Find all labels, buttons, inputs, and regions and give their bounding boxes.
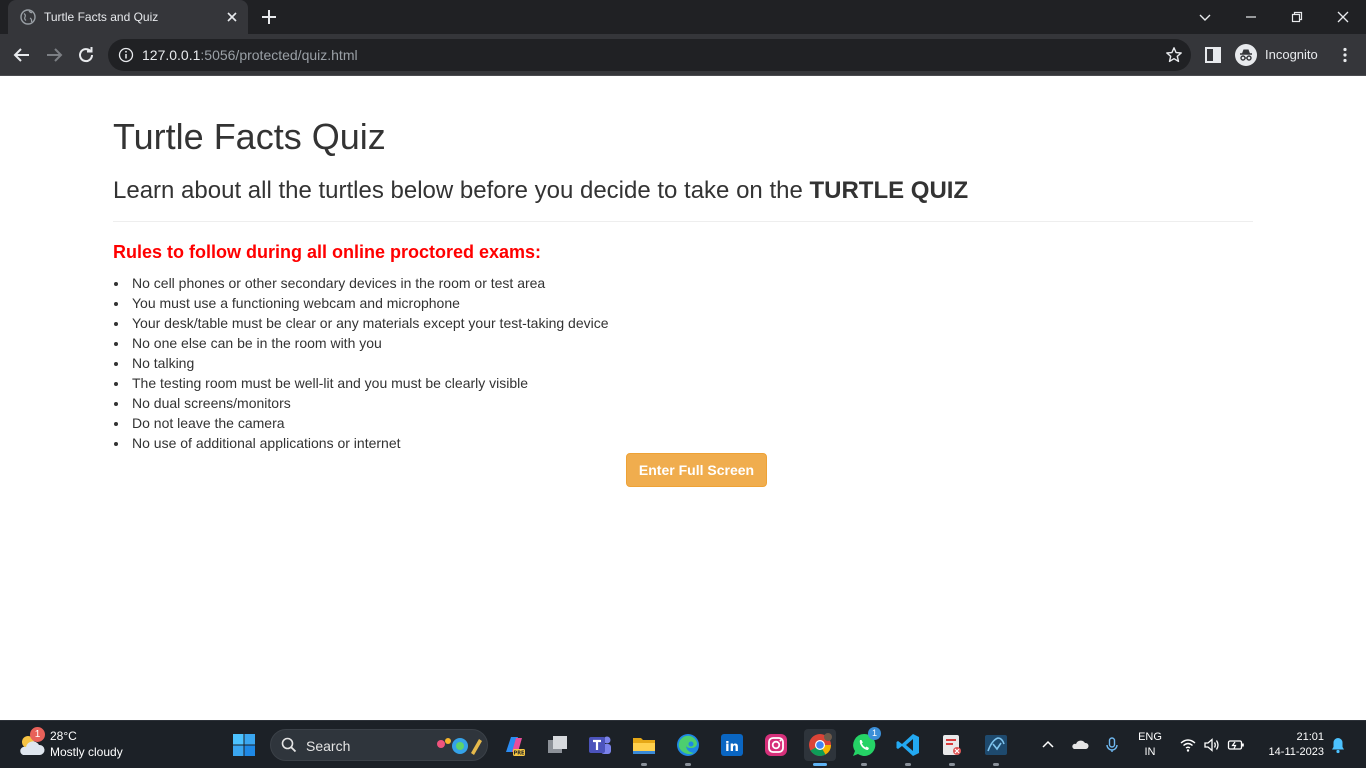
taskbar-clock[interactable]: 21:01 14-11-2023: [1256, 730, 1324, 760]
address-bar[interactable]: 127.0.0.1:5056/protected/quiz.html: [108, 39, 1191, 71]
clock-date: 14-11-2023: [1268, 746, 1324, 758]
clock-time: 21:01: [1296, 731, 1324, 743]
language-code: ENG: [1138, 731, 1162, 743]
url-path: :5056/protected/quiz.html: [200, 47, 358, 63]
globe-icon: [20, 9, 36, 25]
whatsapp-app[interactable]: 1: [848, 727, 881, 766]
folder-icon: [633, 738, 655, 754]
weather-notification-badge: 1: [30, 727, 45, 742]
instagram-icon: [765, 734, 787, 756]
url-host: 127.0.0.1: [142, 47, 201, 63]
more-menu-icon[interactable]: [1336, 46, 1354, 64]
snipping-tool-app[interactable]: [936, 729, 968, 766]
rules-list: No cell phones or other secondary device…: [113, 273, 609, 453]
microphone-icon[interactable]: [1103, 736, 1121, 754]
tab-search-chevron-icon[interactable]: [1194, 6, 1216, 28]
region-code: IN: [1144, 746, 1156, 758]
search-icon: [281, 737, 297, 753]
search-highlight-icon: [437, 738, 482, 755]
page-lead: Learn about all the turtles below before…: [113, 177, 968, 205]
onedrive-cloud-icon[interactable]: [1071, 736, 1089, 754]
incognito-profile-button[interactable]: Incognito: [1232, 39, 1324, 71]
forward-arrow-icon[interactable]: [42, 43, 66, 67]
instagram-app[interactable]: [760, 729, 792, 761]
weather-description: Mostly cloudy: [50, 745, 123, 759]
url-text: 127.0.0.1:5056/protected/quiz.html: [142, 47, 358, 63]
rule-item: No one else can be in the room with you: [113, 333, 609, 353]
snipping-tool-icon: [943, 735, 961, 755]
svg-text:in: in: [725, 740, 739, 755]
site-info-icon[interactable]: [118, 47, 134, 63]
bookmark-star-icon[interactable]: [1165, 46, 1183, 64]
copilot-app[interactable]: PRE: [498, 729, 530, 761]
file-explorer-app[interactable]: [628, 729, 660, 766]
wifi-icon[interactable]: [1179, 736, 1197, 754]
volume-icon[interactable]: [1203, 736, 1221, 754]
chrome-icon: [809, 733, 832, 756]
teams-icon: [589, 736, 611, 754]
chevron-up-icon[interactable]: [1039, 736, 1057, 754]
rule-item: No talking: [113, 353, 609, 373]
rules-heading: Rules to follow during all online procto…: [113, 242, 542, 262]
vscode-app[interactable]: [892, 729, 924, 766]
back-arrow-icon[interactable]: [10, 43, 34, 67]
new-tab-plus-icon[interactable]: [260, 8, 278, 26]
incognito-label: Incognito: [1265, 47, 1318, 62]
edge-icon: [677, 734, 699, 756]
minimize-icon[interactable]: [1240, 6, 1262, 28]
task-view-icon: [548, 736, 567, 753]
windows-start-icon[interactable]: [232, 733, 256, 757]
linkedin-icon: in: [721, 734, 743, 756]
rule-item: No dual screens/monitors: [113, 393, 609, 413]
taskbar-search-box[interactable]: Search: [270, 729, 488, 761]
restore-icon[interactable]: [1286, 6, 1308, 28]
taskbar: 1 28°C Mostly cloudy Search PRE in 1 ENG…: [0, 720, 1366, 768]
rule-item: Do not leave the camera: [113, 413, 609, 433]
browser-tab[interactable]: Turtle Facts and Quiz: [8, 0, 248, 34]
chrome-app[interactable]: [804, 729, 836, 766]
page-title: Turtle Facts Quiz: [113, 116, 386, 157]
page-content: Turtle Facts Quiz Learn about all the tu…: [0, 77, 1366, 720]
notification-bell-icon[interactable]: [1330, 736, 1346, 754]
browser-toolbar: 127.0.0.1:5056/protected/quiz.html Incog…: [0, 34, 1366, 76]
whatsapp-notification-badge: 1: [868, 727, 881, 740]
side-panel-icon[interactable]: [1204, 46, 1222, 64]
task-view-app[interactable]: [541, 729, 573, 761]
rule-item: The testing room must be well-lit and yo…: [113, 373, 609, 393]
copilot-icon: PRE: [506, 737, 526, 757]
divider: [113, 221, 1253, 222]
enter-full-screen-button[interactable]: Enter Full Screen: [626, 453, 767, 487]
search-label: Search: [306, 738, 351, 754]
tab-title: Turtle Facts and Quiz: [44, 10, 159, 24]
battery-icon[interactable]: [1227, 736, 1245, 754]
weather-temperature: 28°C: [50, 729, 77, 743]
close-icon[interactable]: [224, 9, 240, 25]
browser-tab-strip: Turtle Facts and Quiz: [0, 0, 1366, 34]
lead-text: Learn about all the turtles below before…: [113, 177, 810, 204]
rule-item: No use of additional applications or int…: [113, 433, 609, 453]
linkedin-app[interactable]: in: [716, 729, 748, 761]
lead-emphasis: TURTLE QUIZ: [809, 177, 969, 204]
mysql-workbench-icon: [985, 735, 1007, 755]
vscode-icon: [896, 734, 919, 756]
incognito-icon: [1235, 44, 1257, 66]
rule-item: No cell phones or other secondary device…: [113, 273, 609, 293]
reload-icon[interactable]: [74, 43, 98, 67]
rule-item: You must use a functioning webcam and mi…: [113, 293, 609, 313]
language-indicator[interactable]: ENG IN: [1136, 730, 1164, 760]
svg-text:PRE: PRE: [514, 751, 526, 757]
edge-app[interactable]: [672, 729, 704, 766]
window-close-icon[interactable]: [1332, 6, 1354, 28]
teams-app[interactable]: [584, 729, 616, 761]
mysql-workbench-app[interactable]: [980, 729, 1012, 766]
rule-item: Your desk/table must be clear or any mat…: [113, 313, 609, 333]
